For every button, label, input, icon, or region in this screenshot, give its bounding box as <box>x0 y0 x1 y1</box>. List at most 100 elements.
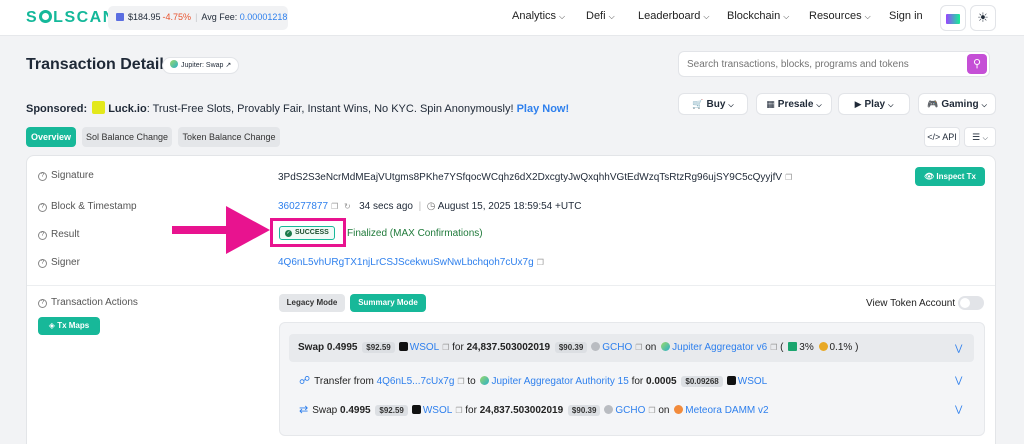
copy-icon[interactable]: ❐ <box>770 343 777 352</box>
price-change: -4.75% <box>162 12 192 22</box>
sol-price: $184.95 <box>128 12 161 22</box>
swap-icon: ⇄ <box>299 404 309 416</box>
result-label: ? Result <box>38 229 79 240</box>
nav-resources[interactable]: Resources ⌵ <box>809 10 871 22</box>
nav-leaderboard[interactable]: Leaderboard ⌵ <box>638 10 709 22</box>
map-icon: ◈ <box>48 321 55 330</box>
expand-chevron-icon[interactable]: ⋁ <box>955 343 962 354</box>
gcho-icon <box>604 405 614 414</box>
from-address-link[interactable]: 4Q6nL5...7cUx7g <box>377 376 455 387</box>
inspect-tx-button[interactable]: 👁 Inspect Tx <box>915 167 985 186</box>
token-link-wsol[interactable]: WSOL <box>423 405 452 416</box>
tab-token-balance-change[interactable]: Token Balance Change <box>178 127 280 147</box>
external-link-icon: ↗ <box>225 62 232 69</box>
action-row-transfer: ☍ Transfer from 4Q6nL5...7cUx7g ❐ to Jupit… <box>299 375 768 387</box>
page-title: Transaction Details <box>26 56 173 73</box>
usd-badge: $90.39 <box>567 405 601 416</box>
token-link-wsol[interactable]: WSOL <box>410 342 439 353</box>
gcho-icon <box>591 342 601 351</box>
jupiter-icon <box>661 342 671 351</box>
help-icon: ? <box>38 231 47 240</box>
list-icon: ☰ <box>972 132 981 142</box>
block-timestamp-label: ? Block & Timestamp <box>38 201 137 212</box>
signer-link[interactable]: 4Q6nL5vhURgTX1njLrCSJScekwuSwNwLbchqoh7c… <box>278 257 534 268</box>
price-ticker: $184.95 -4.75% | Avg Fee: 0.00001218 <box>108 6 288 30</box>
wsol-icon <box>398 342 408 351</box>
copy-icon[interactable]: ❐ <box>331 202 338 211</box>
token-link-gcho[interactable]: GCHO <box>615 405 645 416</box>
copy-icon[interactable]: ❐ <box>457 377 464 386</box>
section-divider <box>27 285 995 286</box>
usd-badge: $0.09268 <box>681 376 723 387</box>
gamepad-icon: 🎮 <box>927 99 939 109</box>
avg-fee-label: Avg Fee: <box>201 12 238 22</box>
tx-maps-button[interactable]: ◈ Tx Maps <box>38 317 100 335</box>
clock-icon: ◷ <box>426 201 436 212</box>
platform-link-jupiter[interactable]: Jupiter Aggregator v6 <box>672 342 767 353</box>
copy-icon[interactable]: ❐ <box>648 406 655 415</box>
view-token-account-label: View Token Account <box>866 298 956 309</box>
copy-icon[interactable]: ❐ <box>785 173 792 182</box>
to-address-link[interactable]: Jupiter Aggregator Authority 15 <box>491 376 628 387</box>
solscan-logo[interactable]: S LSCAN <box>26 9 116 27</box>
search-input[interactable] <box>678 51 990 77</box>
sponsored-banner: Sponsored: Luck.io: Trust-Free Slots, Pr… <box>26 101 570 115</box>
copy-icon[interactable]: ❐ <box>442 343 449 352</box>
play-now-link[interactable]: Play Now! <box>517 103 570 115</box>
chevron-down-icon: ⌵ <box>608 12 615 21</box>
program-badge[interactable]: Jupiter: Swap ↗ <box>162 57 240 74</box>
wsol-icon <box>726 376 736 385</box>
list-menu-button[interactable]: ☰ ⌵ <box>964 127 996 147</box>
eye-icon: 👁 <box>924 172 935 181</box>
block-link[interactable]: 360277877 <box>278 201 328 212</box>
top-navigation-bar: S LSCAN $184.95 -4.75% | Avg Fee: 0.00001218… <box>0 0 1024 36</box>
summary-mode-button[interactable]: Summary Mode <box>350 294 426 312</box>
copy-icon[interactable]: ❐ <box>537 258 544 267</box>
tab-overview[interactable]: Overview <box>26 127 76 147</box>
solana-logo-icon <box>946 13 960 24</box>
annotation-arrow-icon <box>172 206 270 254</box>
gaming-dropdown[interactable]: 🎮 Gaming ⌵ <box>918 93 996 115</box>
view-token-account-toggle[interactable] <box>958 296 984 310</box>
chevron-down-icon: ⌵ <box>783 12 790 21</box>
history-icon: ↻ <box>344 202 351 211</box>
avg-fee-value[interactable]: 0.00001218 <box>240 12 288 22</box>
expand-chevron-icon[interactable]: ⋁ <box>955 404 962 415</box>
wsol-icon <box>411 405 421 414</box>
jupiter-icon <box>480 376 490 385</box>
block-timestamp-value: 360277877 ❐ ↻ 34 secs ago | ◷ August 15, … <box>278 201 582 212</box>
expand-chevron-icon[interactable]: ⋁ <box>955 375 962 386</box>
api-button[interactable]: </> API <box>924 127 960 147</box>
signer-value: 4Q6nL5vhURgTX1njLrCSJScekwuSwNwLbchqoh7c… <box>278 257 544 268</box>
fee-icon <box>788 342 798 351</box>
copy-icon[interactable]: ❐ <box>455 406 462 415</box>
help-icon: ? <box>38 259 47 268</box>
nav-blockchain[interactable]: Blockchain ⌵ <box>727 10 789 22</box>
copy-icon[interactable]: ❐ <box>635 343 642 352</box>
code-icon: </> <box>927 132 941 142</box>
play-dropdown[interactable]: ▶ Play ⌵ <box>838 93 910 115</box>
sign-in-link[interactable]: Sign in <box>889 10 923 22</box>
network-selector-button[interactable] <box>940 5 966 31</box>
presale-dropdown[interactable]: ▦ Presale ⌵ <box>756 93 832 115</box>
coin-icon <box>818 342 828 351</box>
buy-dropdown[interactable]: 🛒 Buy ⌵ <box>678 93 748 115</box>
chevron-down-icon: ⌵ <box>559 12 566 21</box>
chevron-down-icon: ⌵ <box>864 12 871 21</box>
search-button[interactable]: ⚲ <box>967 54 987 74</box>
nav-defi[interactable]: Defi ⌵ <box>586 10 615 22</box>
platform-link-meteora[interactable]: Meteora DAMM v2 <box>685 405 768 416</box>
chevron-down-icon: ⌵ <box>703 12 710 21</box>
nav-analytics[interactable]: Analytics ⌵ <box>512 10 565 22</box>
highlight-box <box>270 218 346 247</box>
token-link-wsol[interactable]: WSOL <box>738 376 767 387</box>
jupiter-icon <box>170 60 178 68</box>
tab-sol-balance-change[interactable]: Sol Balance Change <box>82 127 172 147</box>
play-icon: ▶ <box>854 99 862 109</box>
sun-icon: ☀ <box>977 10 989 25</box>
search-icon: ⚲ <box>972 58 982 70</box>
token-link-gcho[interactable]: GCHO <box>602 342 632 353</box>
help-icon: ? <box>38 299 47 308</box>
legacy-mode-button[interactable]: Legacy Mode <box>279 294 345 312</box>
theme-toggle-button[interactable]: ☀ <box>970 5 996 31</box>
